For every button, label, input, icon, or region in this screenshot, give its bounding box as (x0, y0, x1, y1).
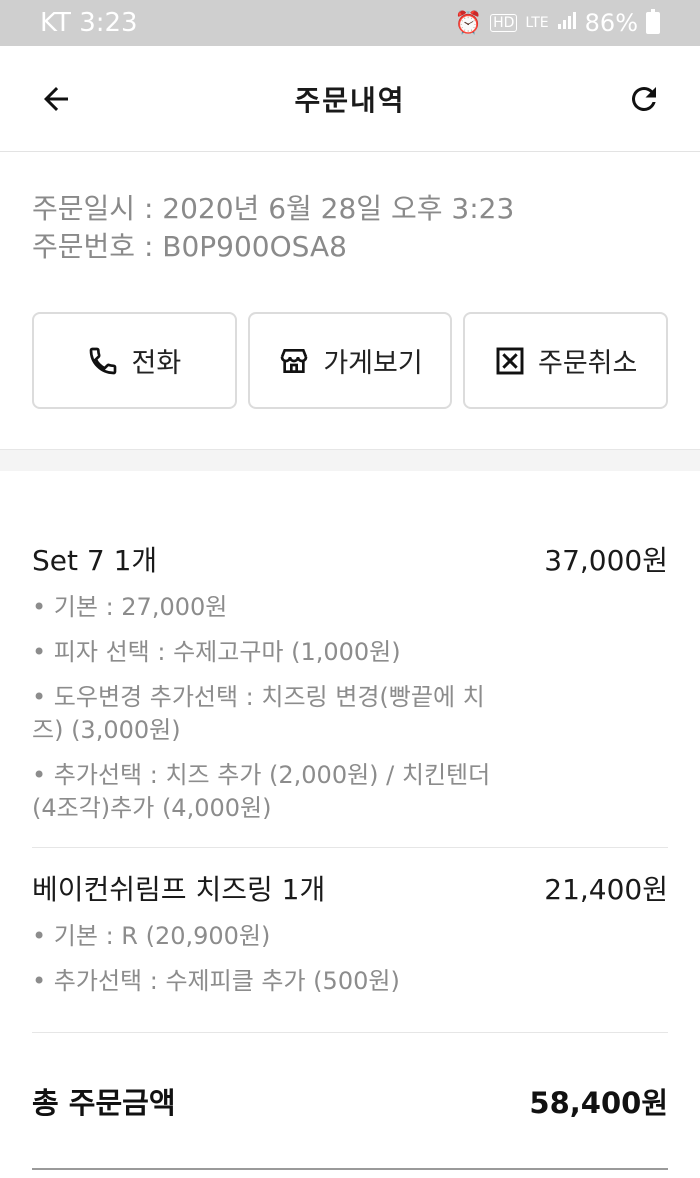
total-row: 총 주문금액 58,400원 (32, 1033, 668, 1170)
item-header: Set 7 1개 37,000원 (32, 539, 668, 579)
cancel-box-icon (496, 347, 524, 374)
order-info: 주문일시 : 2020년 6월 28일 오후 3:23 주문번호 : B0P90… (0, 152, 700, 266)
back-button[interactable] (32, 75, 80, 123)
order-item-2: 베이컨쉬림프 치즈링 1개 21,400원 • 기본 : R (20,900원)… (32, 848, 668, 1048)
item-price: 21,400원 (544, 873, 668, 906)
view-store-button[interactable]: 가게보기 (247, 312, 453, 409)
app-bar: 주문내역 (0, 46, 700, 152)
call-button[interactable]: 전화 (32, 312, 237, 409)
cancel-order-label: 주문취소 (537, 348, 638, 379)
status-time: 3:23 (79, 8, 138, 38)
order-total: 총 주문금액 58,400원 (32, 1032, 668, 1170)
phone-icon (90, 347, 117, 374)
cancel-order-button[interactable]: 주문취소 (463, 312, 669, 409)
battery-percent: 86% (584, 9, 638, 37)
total-label: 총 주문금액 (32, 1085, 176, 1120)
item-name: 베이컨쉬림프 치즈링 1개 (32, 873, 326, 906)
status-right: ⏰ HD LTE 86% (455, 9, 660, 37)
item-options: • 기본 : R (20,900원) • 추가선택 : 수제피클 추가 (500… (32, 920, 512, 998)
order-items: Set 7 1개 37,000원 • 기본 : 27,000원 • 피자 선택 … (32, 471, 668, 1048)
item-header: 베이컨쉬림프 치즈링 1개 21,400원 (32, 868, 668, 908)
view-store-label: 가게보기 (323, 348, 423, 379)
section-divider (0, 449, 700, 471)
item-option: • 도우변경 추가선택 : 치즈링 변경(빵끝에 치즈) (3,000원) (32, 683, 485, 744)
item-options: • 기본 : 27,000원 • 피자 선택 : 수제고구마 (1,000원) … (32, 591, 512, 825)
hd-icon: HD (490, 14, 518, 32)
action-buttons: 전화 가게보기 주문취소 (0, 312, 700, 409)
alarm-icon: ⏰ (454, 10, 483, 36)
item-option: • 기본 : 27,000원 (32, 593, 228, 621)
item-name: Set 7 1개 (32, 544, 158, 577)
order-item-1: Set 7 1개 37,000원 • 기본 : 27,000원 • 피자 선택 … (32, 471, 668, 847)
item-option: • 추가선택 : 치즈 추가 (2,000원) / 치킨텐더(4조각)추가 (4… (32, 761, 491, 822)
order-date: 주문일시 : 2020년 6월 28일 오후 3:23 (32, 192, 515, 225)
page-title: 주문내역 (294, 83, 406, 117)
item-option: • 추가선택 : 수제피클 추가 (500원) (32, 967, 400, 995)
status-left: KT 3:23 (40, 8, 138, 38)
order-number: 주문번호 : B0P900OSA8 (32, 230, 347, 263)
item-option: • 기본 : R (20,900원) (32, 922, 271, 950)
signal-icon (557, 10, 577, 36)
item-price: 37,000원 (544, 544, 668, 577)
refresh-icon (631, 86, 656, 111)
arrow-left-icon (44, 86, 68, 111)
carrier-label: KT (40, 8, 71, 38)
item-option: • 피자 선택 : 수제고구마 (1,000원) (32, 638, 401, 666)
total-value: 58,400원 (529, 1085, 668, 1120)
refresh-button[interactable] (620, 75, 668, 123)
call-label: 전화 (131, 348, 182, 379)
battery-icon (646, 9, 660, 34)
status-bar: KT 3:23 ⏰ HD LTE 86% (0, 0, 700, 46)
store-icon (280, 348, 308, 373)
lte-icon: LTE (525, 15, 549, 31)
